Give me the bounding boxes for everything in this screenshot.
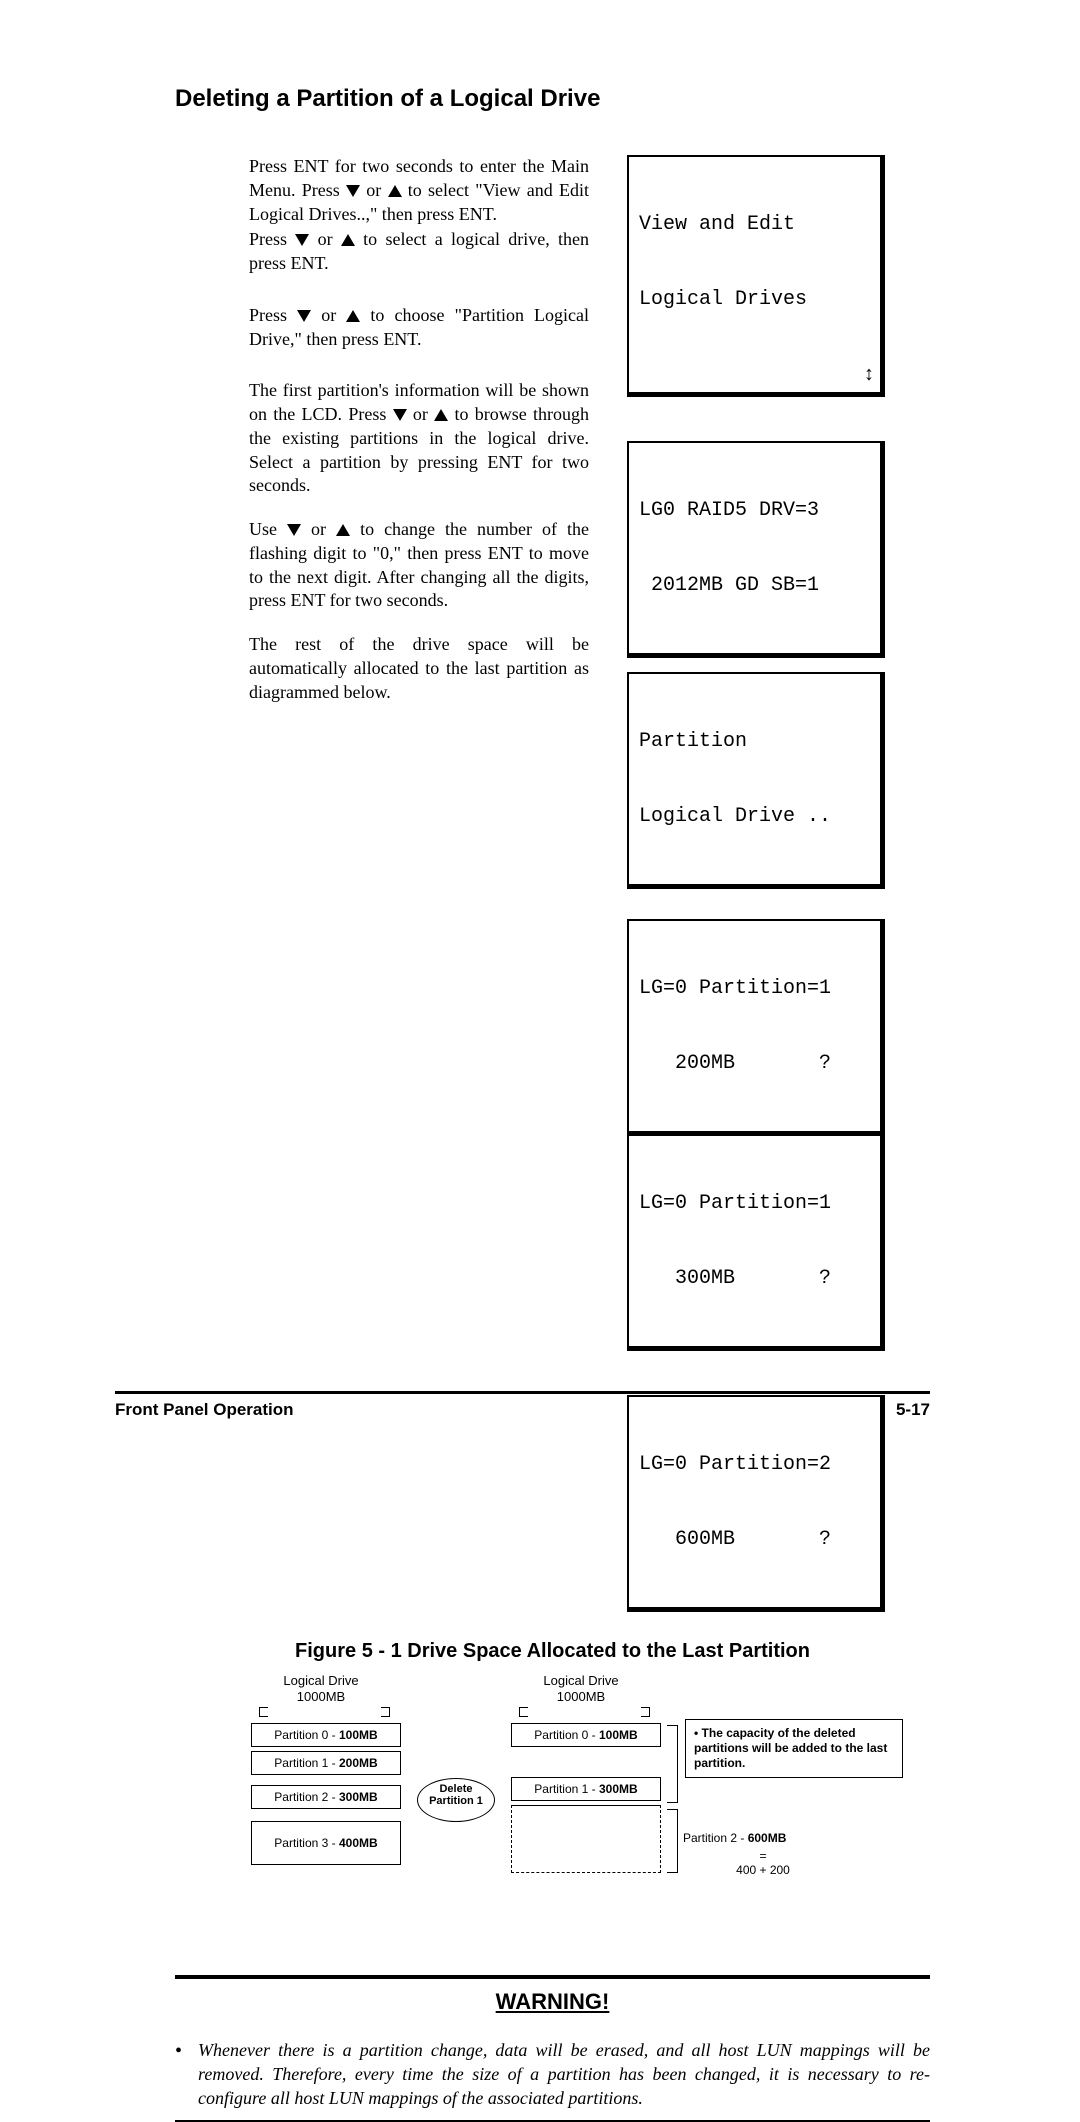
lcd-line: LG=0 Partition=1 — [639, 976, 870, 1001]
footer-right: 5-17 — [896, 1400, 930, 1420]
lcd-line: 2012MB GD SB=1 — [639, 573, 870, 598]
bullet-icon: • — [694, 1726, 698, 1740]
diagram-cell-a2: Partition 2 - 300MB — [251, 1785, 401, 1809]
cell-label: Partition 0 - — [534, 1728, 599, 1742]
p5-part-b: or — [311, 519, 336, 539]
up-arrow-icon — [341, 234, 355, 246]
page-footer: Front Panel Operation 5-17 — [115, 1391, 930, 1420]
paragraph-4: The first partition's information will b… — [249, 379, 589, 498]
cell-label: Partition 0 - — [274, 1728, 339, 1742]
up-arrow-icon — [388, 185, 402, 197]
bracket-icon — [667, 1809, 678, 1873]
cell-label: Partition 2 - — [683, 1831, 748, 1845]
divider — [175, 1975, 930, 1979]
footer-left: Front Panel Operation — [115, 1400, 294, 1420]
diagram-cell-a1: Partition 1 - 200MB — [251, 1751, 401, 1775]
cell-value: 100MB — [599, 1728, 638, 1742]
lcd-screen-3: Partition Logical Drive .. — [627, 672, 885, 889]
delete-arrow-label: Delete Partition 1 — [417, 1778, 495, 1822]
cell-label: Partition 3 - — [274, 1836, 339, 1850]
paragraph-1: Press ENT for two seconds to enter the M… — [249, 155, 589, 226]
down-arrow-icon — [287, 524, 301, 536]
lcd-line: 300MB ? — [639, 1266, 870, 1291]
updown-arrow-icon: ↕ — [864, 362, 874, 387]
p2-part-b: or — [318, 229, 341, 249]
down-arrow-icon — [295, 234, 309, 246]
warning-body: • Whenever there is a partition change, … — [175, 2039, 930, 2110]
bracket-icon — [667, 1725, 678, 1803]
section-heading: Deleting a Partition of a Logical Drive — [175, 85, 930, 113]
diagram-caption-b2: Partition 2 - 600MB — [683, 1831, 843, 1845]
p3-part-b: or — [321, 305, 346, 325]
diagram-note-text: The capacity of the deleted partitions w… — [694, 1726, 887, 1770]
diagram-cell-b1: Partition 1 - 300MB — [511, 1777, 661, 1801]
down-arrow-icon — [297, 310, 311, 322]
up-arrow-icon — [434, 409, 448, 421]
up-arrow-icon — [336, 524, 350, 536]
partition-diagram: Logical Drive 1000MB Logical Drive 1000M… — [231, 1673, 871, 1933]
p4-part-b: or — [413, 404, 434, 424]
lcd-line: LG=0 Partition=2 — [639, 1452, 870, 1477]
bracket-icon — [641, 1707, 650, 1717]
lcd-line: LG=0 Partition=1 — [639, 1191, 870, 1216]
lcd-screen-5: LG=0 Partition=1 300MB ? — [627, 1134, 885, 1351]
lcd-pair: LG=0 Partition=1 200MB ? LG=0 Partition=… — [627, 919, 887, 1351]
cell-label: Partition 1 - — [534, 1782, 599, 1796]
bracket-icon — [519, 1707, 528, 1717]
cell-value: 300MB — [339, 1790, 378, 1804]
lcd-line: View and Edit — [639, 212, 870, 237]
cell-value: 400MB — [339, 1836, 378, 1850]
paragraph-2: Press or to select a logical drive, then… — [249, 228, 589, 276]
bullet-icon: • — [175, 2039, 182, 2110]
diagram-label-left: Logical Drive 1000MB — [261, 1673, 381, 1704]
down-arrow-icon — [393, 409, 407, 421]
paragraph-3: Press or to choose "Partition Logical Dr… — [249, 304, 589, 352]
up-arrow-icon — [346, 310, 360, 322]
lcd-screen-6: LG=0 Partition=2 600MB ? — [627, 1395, 885, 1612]
lcd-line: 600MB ? — [639, 1527, 870, 1552]
p5-part-a: Use — [249, 519, 287, 539]
lcd-screen-4: LG=0 Partition=1 200MB ? — [627, 919, 885, 1136]
warning-heading: WARNING! — [175, 1989, 930, 2015]
lcd-screen-1: View and Edit Logical Drives ↕ — [627, 155, 885, 397]
p2-part-a: Press — [249, 229, 295, 249]
page: Deleting a Partition of a Logical Drive … — [0, 0, 1080, 1476]
lcd-line: LG0 RAID5 DRV=3 — [639, 498, 870, 523]
diagram-caption-sum: = 400 + 200 — [703, 1849, 823, 1877]
cell-value: 600MB — [748, 1831, 787, 1845]
diagram-note: • The capacity of the deleted partitions… — [685, 1719, 903, 1778]
warning-text: Whenever there is a partition change, da… — [198, 2039, 930, 2110]
paragraph-5: Use or to change the number of the flash… — [249, 518, 589, 613]
diagram-cell-empty — [511, 1805, 661, 1873]
down-arrow-icon — [346, 185, 360, 197]
p1-part-b: or — [366, 180, 387, 200]
paragraph-6: The rest of the drive space will be auto… — [249, 633, 589, 704]
cell-label: Partition 2 - — [274, 1790, 339, 1804]
cell-label: Partition 1 - — [274, 1756, 339, 1770]
cell-value: 300MB — [599, 1782, 638, 1796]
lcd-line: 200MB ? — [639, 1051, 870, 1076]
lcd-line: Partition — [639, 729, 870, 754]
diagram-label-right: Logical Drive 1000MB — [521, 1673, 641, 1704]
bracket-icon — [259, 1707, 268, 1717]
cell-value: 100MB — [339, 1728, 378, 1742]
cell-value: 200MB — [339, 1756, 378, 1770]
diagram-cell-a3: Partition 3 - 400MB — [251, 1821, 401, 1865]
diagram-cell-a0: Partition 0 - 100MB — [251, 1723, 401, 1747]
lcd-screen-2: LG0 RAID5 DRV=3 2012MB GD SB=1 — [627, 441, 885, 658]
figure-caption: Figure 5 - 1 Drive Space Allocated to th… — [175, 1640, 930, 1663]
p3-part-a: Press — [249, 305, 297, 325]
bracket-icon — [381, 1707, 390, 1717]
diagram-cell-b0: Partition 0 - 100MB — [511, 1723, 661, 1747]
lcd-line: Logical Drive .. — [639, 804, 870, 829]
lcd-line: Logical Drives — [639, 287, 870, 312]
